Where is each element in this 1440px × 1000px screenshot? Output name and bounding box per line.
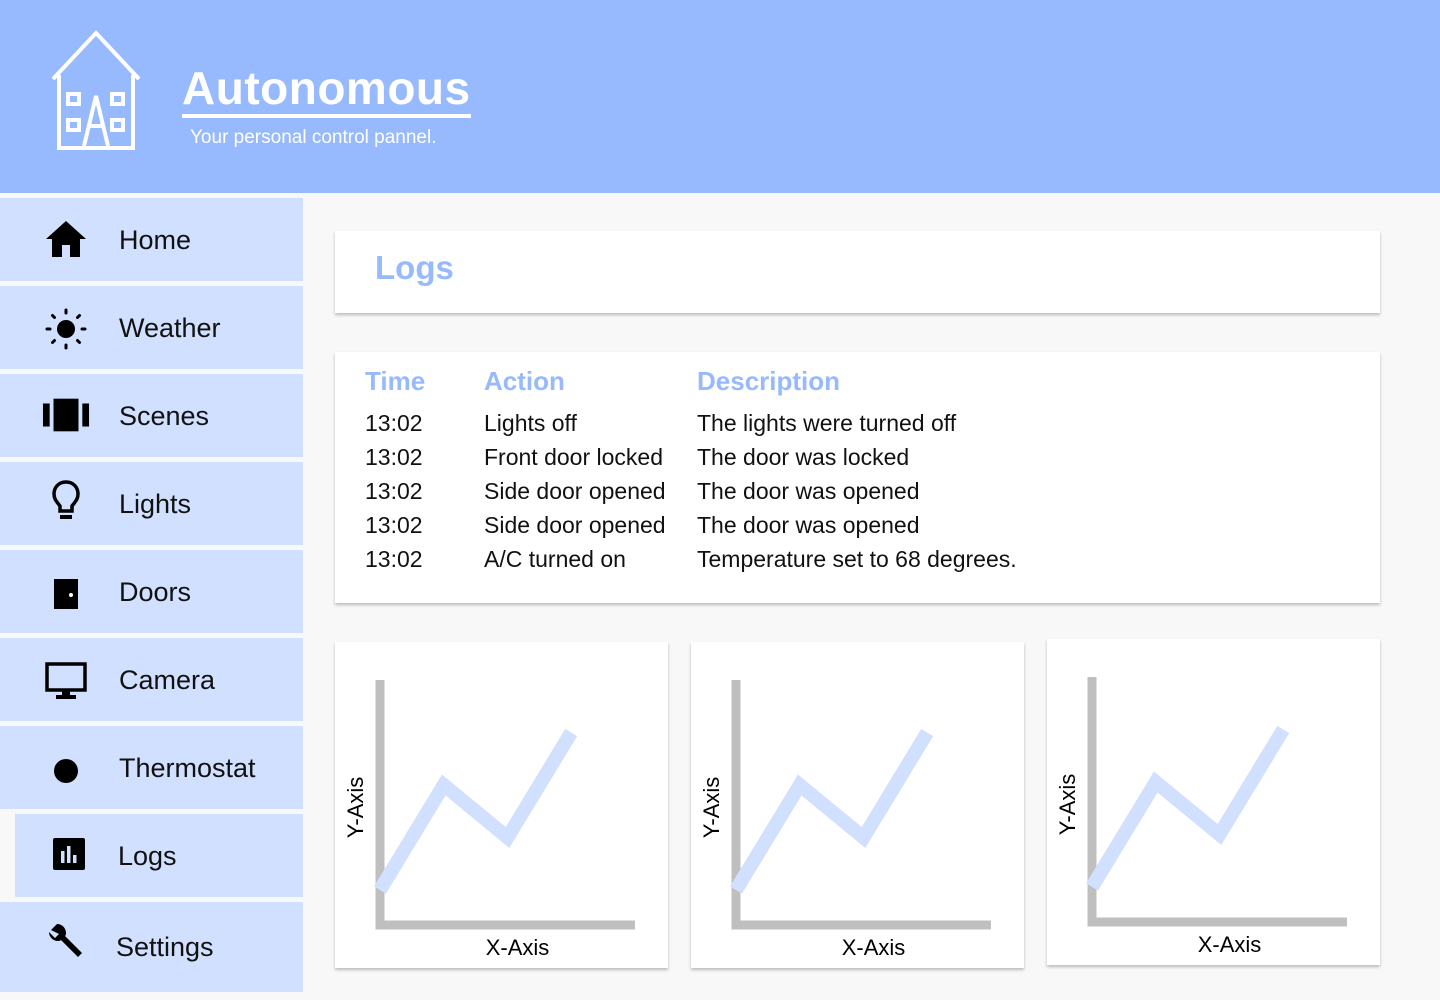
cell-action: Front door locked — [484, 444, 663, 470]
cell-description: The lights were turned off — [697, 410, 957, 436]
door-icon — [42, 573, 90, 615]
cell-time: 13:02 — [365, 546, 423, 572]
sidebar-item-label: Camera — [119, 665, 216, 695]
page-title: Logs — [375, 249, 454, 286]
series-line — [374, 728, 578, 894]
scenes-icon — [42, 394, 90, 436]
sidebar-item-label: Weather — [119, 313, 221, 343]
sidebar-item-settings[interactable]: Settings — [0, 902, 303, 992]
cell-action: A/C turned on — [484, 546, 626, 572]
app-title: Autonomous — [182, 62, 471, 118]
app-subtitle: Your personal control pannel. — [190, 127, 437, 148]
wrench-icon — [42, 920, 90, 962]
cell-action: Side door opened — [484, 478, 666, 504]
table-header-row: Time Action Description — [365, 364, 1097, 406]
line-chart: X-Axis Y-Axis — [1055, 677, 1347, 957]
cell-time: 13:02 — [365, 512, 423, 538]
column-header-action: Action — [484, 365, 565, 396]
table-row: 13:02 Side door opened The door was open… — [365, 474, 1097, 508]
y-axis-label: Y-Axis — [343, 777, 368, 839]
home-icon — [42, 218, 90, 260]
cell-time: 13:02 — [365, 410, 423, 436]
cell-time: 13:02 — [365, 478, 423, 504]
sidebar: Home Weather Scenes Lights Doors Camera … — [0, 193, 305, 1000]
cell-description: The door was locked — [697, 444, 910, 470]
sidebar-item-label: Settings — [116, 932, 214, 962]
sidebar-item-doors[interactable]: Doors — [0, 550, 303, 633]
chart-card-3: X-Axis Y-Axis — [1047, 639, 1380, 965]
sidebar-item-camera[interactable]: Camera — [0, 638, 303, 721]
cell-description: The door was opened — [697, 512, 920, 538]
cell-time: 13:02 — [365, 444, 423, 470]
table-row: 13:02 Lights off The lights were turned … — [365, 406, 1097, 440]
x-axis-label: X-Axis — [486, 935, 550, 960]
table-row: 13:02 Side door opened The door was open… — [365, 508, 1097, 542]
line-chart: X-Axis Y-Axis — [699, 680, 991, 960]
sidebar-item-thermostat[interactable]: Thermostat — [0, 726, 303, 809]
x-axis-label: X-Axis — [842, 935, 906, 960]
logs-table-card: Time Action Description 13:02 Lights off… — [335, 352, 1380, 603]
table-row: 13:02 A/C turned on Temperature set to 6… — [365, 542, 1097, 576]
chart-card-1: X-Axis Y-Axis — [335, 642, 668, 968]
sidebar-item-home[interactable]: Home — [0, 198, 303, 281]
sidebar-item-label: Scenes — [119, 401, 210, 431]
y-axis-label: Y-Axis — [699, 777, 724, 839]
sidebar-item-weather[interactable]: Weather — [0, 286, 303, 369]
sidebar-item-lights[interactable]: Lights — [0, 462, 303, 545]
sidebar-item-label: Doors — [119, 577, 192, 607]
logs-table: Time Action Description 13:02 Lights off… — [365, 364, 1097, 576]
logs-title-card: Logs — [335, 231, 1380, 313]
line-chart: X-Axis Y-Axis — [343, 680, 635, 960]
series-line — [1086, 725, 1290, 891]
cell-action: Side door opened — [484, 512, 666, 538]
x-axis-label: X-Axis — [1198, 932, 1262, 957]
bar-chart-icon — [45, 833, 93, 875]
chart-card-2: X-Axis Y-Axis — [691, 642, 1024, 968]
cell-action: Lights off — [484, 410, 577, 436]
cell-description: The door was opened — [697, 478, 920, 504]
chart-axes — [1087, 677, 1347, 927]
monitor-icon — [42, 660, 90, 702]
table-row: 13:02 Front door locked The door was loc… — [365, 440, 1097, 474]
sun-icon — [42, 308, 90, 350]
lightbulb-icon — [42, 480, 90, 522]
app-header: Autonomous Your personal control pannel. — [0, 0, 1440, 193]
column-header-description: Description — [697, 365, 841, 396]
chart-axes — [731, 680, 991, 930]
column-header-time: Time — [365, 365, 426, 396]
y-axis-label: Y-Axis — [1055, 774, 1080, 836]
circle-icon — [42, 750, 90, 792]
series-line — [730, 728, 934, 894]
sidebar-item-label: Logs — [118, 841, 177, 871]
sidebar-item-label: Thermostat — [119, 753, 256, 783]
cell-description: Temperature set to 68 degrees. — [697, 546, 1017, 572]
chart-axes — [375, 680, 635, 930]
house-logo-icon — [51, 30, 141, 150]
sidebar-item-label: Lights — [119, 489, 192, 519]
sidebar-item-label: Home — [119, 225, 192, 255]
sidebar-item-logs[interactable]: Logs — [15, 814, 303, 897]
sidebar-item-scenes[interactable]: Scenes — [0, 374, 303, 457]
